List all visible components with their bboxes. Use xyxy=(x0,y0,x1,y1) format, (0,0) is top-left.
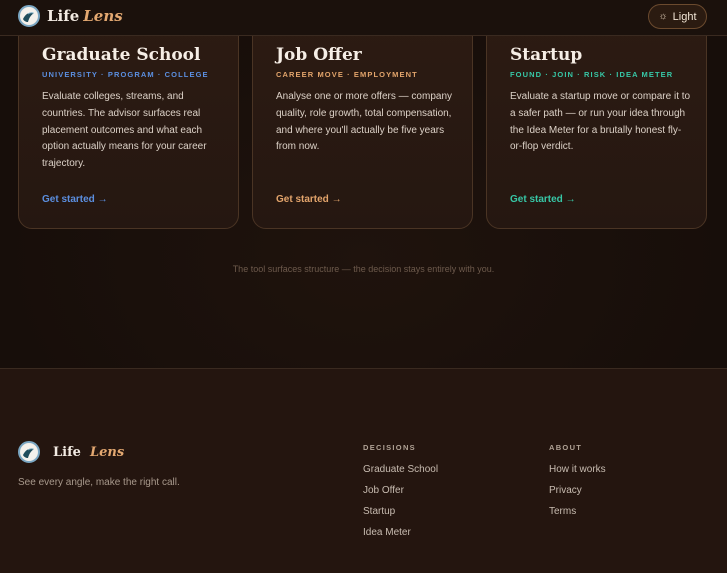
lens-logo-icon xyxy=(18,5,40,27)
card-title: Job Offer xyxy=(276,45,362,65)
card-job-offer: Job Offer CAREER MOVE · EMPLOYMENT Analy… xyxy=(252,20,473,229)
brand-name: Life Lens xyxy=(47,7,123,25)
get-started-link[interactable]: Get started → xyxy=(276,194,342,205)
get-started-link[interactable]: Get started → xyxy=(510,194,576,205)
theme-toggle-button[interactable]: ☼ Light xyxy=(648,4,707,29)
footer-link-how-it-works[interactable]: How it works xyxy=(549,464,606,475)
card-title: Startup xyxy=(510,45,583,65)
footer-decisions-heading: DECISIONS xyxy=(363,443,416,452)
decision-tagline: The tool surfaces structure — the decisi… xyxy=(232,264,495,274)
card-tags: UNIVERSITY · PROGRAM · COLLEGE xyxy=(42,70,209,79)
card-graduate-school: Graduate School UNIVERSITY · PROGRAM · C… xyxy=(18,20,239,229)
footer-link-terms[interactable]: Terms xyxy=(549,506,576,517)
card-tags: CAREER MOVE · EMPLOYMENT xyxy=(276,70,418,79)
footer-brand-logo[interactable]: Life Lens xyxy=(18,441,124,463)
card-description: Analyse one or more offers — company qua… xyxy=(276,91,453,153)
footer-link-job-offer[interactable]: Job Offer xyxy=(363,485,404,496)
footer-brand-name: Life Lens xyxy=(53,444,125,460)
card-tags: FOUND · JOIN · RISK · IDEA METER xyxy=(510,70,674,79)
footer-link-startup[interactable]: Startup xyxy=(363,506,395,517)
footer-about-heading: ABOUT xyxy=(549,443,583,452)
footer-link-graduate-school[interactable]: Graduate School xyxy=(363,464,438,475)
get-started-link[interactable]: Get started → xyxy=(42,194,108,205)
footer-tagline: See every angle, make the right call. xyxy=(18,477,180,488)
card-description: Evaluate colleges, streams, and countrie… xyxy=(42,91,207,170)
card-startup: Startup FOUND · JOIN · RISK · IDEA METER… xyxy=(486,20,707,229)
lens-logo-icon xyxy=(18,441,40,463)
brand-logo[interactable]: Life Lens xyxy=(18,5,123,27)
sun-icon: ☼ xyxy=(658,11,668,22)
theme-toggle-label: Light xyxy=(672,10,697,23)
card-description: Evaluate a startup move or compare it to… xyxy=(510,91,691,153)
top-nav: Life Lens ☼ Light xyxy=(0,0,727,36)
card-title: Graduate School xyxy=(42,45,201,65)
footer-link-privacy[interactable]: Privacy xyxy=(549,485,582,496)
footer-link-idea-meter[interactable]: Idea Meter xyxy=(363,527,411,538)
footer: Life Lens See every angle, make the right… xyxy=(0,368,727,573)
